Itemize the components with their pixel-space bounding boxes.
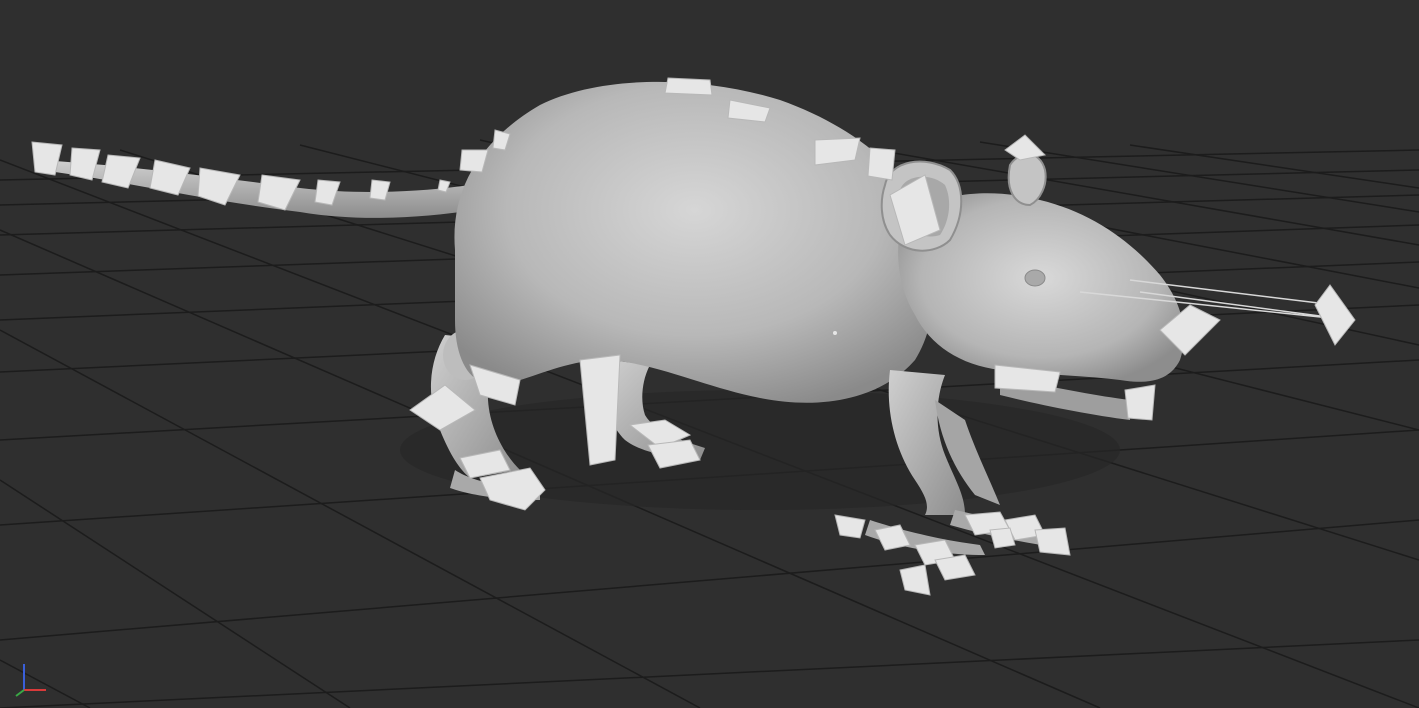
axis-gizmo xyxy=(15,664,46,697)
3d-viewport[interactable] xyxy=(0,0,1419,708)
rat-eye xyxy=(1024,269,1046,287)
rat-ear-right[interactable] xyxy=(1007,153,1047,207)
y-axis-icon xyxy=(15,689,25,697)
mesh-artifact xyxy=(833,331,837,335)
viewport-scene[interactable] xyxy=(0,0,1419,708)
rat-body[interactable] xyxy=(454,81,935,403)
